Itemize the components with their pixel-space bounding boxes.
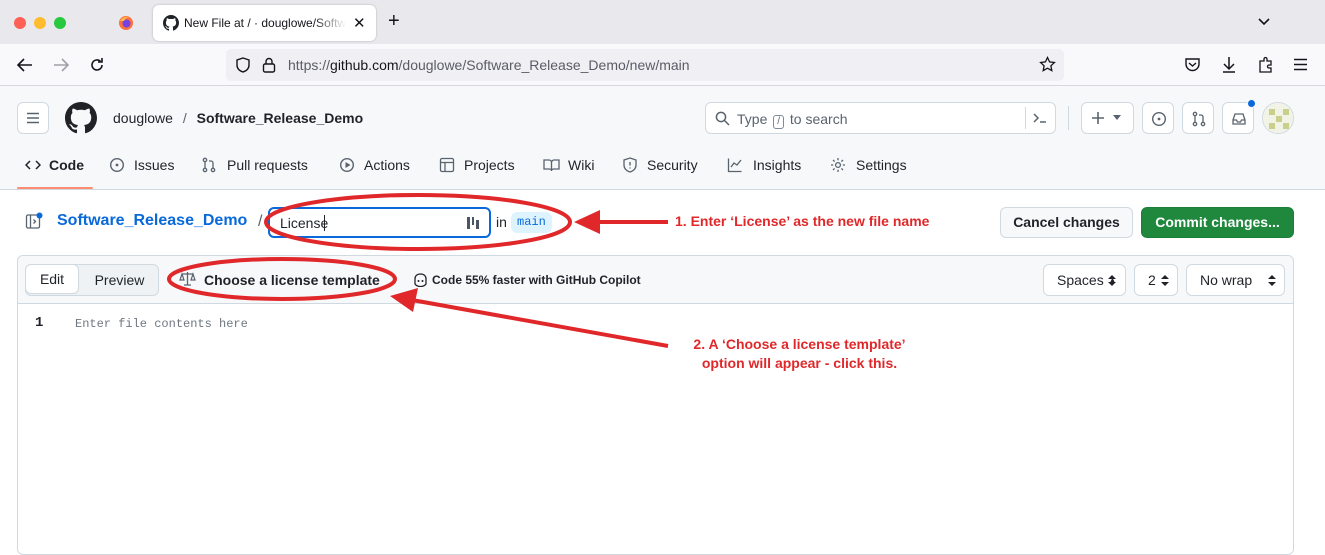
line-number: 1 [35,315,44,331]
header-divider [1068,106,1069,130]
maximize-window-button[interactable] [54,17,66,29]
step1-arrow-head [574,210,600,234]
inbox-icon [1232,113,1246,125]
breadcrumb: douglowe / Software_Release_Demo [113,110,363,126]
file-name-value: License [280,215,329,231]
editor-placeholder[interactable]: Enter file contents here [75,317,248,331]
issue-opened-icon [1151,111,1167,127]
menu-icon[interactable] [1293,58,1308,71]
avatar[interactable] [1262,102,1294,134]
url-text[interactable]: https://github.com/douglowe/Software_Rel… [288,57,690,73]
indent-mode-select[interactable]: Spaces ▲ [1043,264,1126,296]
step2-annotation-line2: option will appear - click this. [701,355,898,371]
indent-size-select[interactable]: 2 [1134,264,1178,296]
law-icon [179,271,196,287]
graph-icon [727,157,743,173]
github-favicon-icon [163,15,179,31]
path-separator: / [258,213,263,230]
new-tab-button[interactable]: + [388,10,400,33]
browser-tab[interactable]: New File at / · douglowe/Software_Releas… [153,5,376,41]
search-divider [1025,107,1026,129]
minimize-window-button[interactable] [34,17,46,29]
search-input[interactable]: Type / to search [705,102,1056,134]
in-label: in [496,214,507,230]
lock-icon[interactable] [262,57,276,73]
pull-requests-button[interactable] [1182,102,1214,134]
copilot-icon [413,273,428,287]
file-tree-toggle-icon[interactable] [25,212,43,230]
tab-edit[interactable]: Edit [25,264,79,294]
list-all-tabs-icon[interactable] [1257,14,1271,28]
search-icon [715,111,730,126]
tab-wiki[interactable]: Wiki [568,157,594,173]
tab-projects[interactable]: Projects [464,157,515,173]
command-palette-icon[interactable] [1032,111,1048,125]
reload-icon[interactable] [89,57,105,73]
tab-security[interactable]: Security [647,157,698,173]
issue-icon [109,157,125,173]
choose-license-template-button[interactable]: Choose a license template [204,272,380,288]
forward-icon[interactable] [52,57,70,73]
file-name-input[interactable]: License [268,207,491,238]
tab-code[interactable]: Code [49,157,84,173]
commit-changes-button[interactable]: Commit changes... [1141,207,1294,238]
tab-insights[interactable]: Insights [753,157,801,173]
active-tab-indicator [17,187,93,189]
gear-icon [830,157,846,173]
password-manager-icon[interactable] [466,215,480,231]
text-cursor [324,215,325,231]
branch-name-badge: main [511,212,552,233]
tab-pull-requests[interactable]: Pull requests [227,157,308,173]
play-icon [339,157,355,173]
url-bar[interactable]: https://github.com/douglowe/Software_Rel… [226,49,1064,81]
book-icon [543,157,560,173]
code-icon [25,157,41,173]
code-editor: Edit Preview Choose a license template C… [17,255,1294,555]
pocket-icon[interactable] [1184,57,1201,73]
table-icon [439,157,455,173]
pull-request-icon [201,157,217,173]
tracking-shield-icon[interactable] [235,57,251,73]
browser-nav-bar: https://github.com/douglowe/Software_Rel… [0,44,1325,86]
tab-title: New File at / · douglowe/Software_Releas… [184,16,346,30]
wrap-mode-select[interactable]: No wrap [1186,264,1285,296]
cancel-changes-button[interactable]: Cancel changes [1000,207,1133,238]
step1-annotation: 1. Enter ‘License’ as the new file name [675,213,930,229]
create-new-button[interactable] [1081,102,1134,134]
edit-preview-toggle: Edit Preview [25,264,159,296]
downloads-icon[interactable] [1221,56,1237,74]
firefox-icon[interactable] [118,15,134,31]
extensions-icon[interactable] [1257,56,1274,73]
copilot-promo-link[interactable]: Code 55% faster with GitHub Copilot [432,273,641,287]
breadcrumb-separator: / [182,110,187,126]
close-tab-icon[interactable]: ✕ [353,14,366,32]
step2-annotation-line1: 2. A ‘Choose a license template’ [693,336,906,352]
caret-down-icon [1113,115,1121,120]
tab-actions[interactable]: Actions [364,157,410,173]
repo-name-link[interactable]: Software_Release_Demo [197,110,364,126]
search-placeholder: Type / to search [737,111,848,129]
bookmark-star-icon[interactable] [1039,56,1056,73]
global-menu-button[interactable] [17,102,49,134]
shield-icon [622,157,638,173]
tab-preview[interactable]: Preview [80,265,159,295]
plus-icon [1092,112,1104,124]
pull-request-icon [1192,111,1206,127]
tab-settings[interactable]: Settings [856,157,907,173]
issues-button[interactable] [1142,102,1174,134]
owner-link[interactable]: douglowe [113,110,173,126]
inbox-button[interactable] [1222,99,1256,134]
github-header: douglowe / Software_Release_Demo Type / … [0,86,1325,190]
repo-root-link[interactable]: Software_Release_Demo [57,212,247,230]
back-icon[interactable] [16,57,34,73]
notification-dot [1247,99,1256,108]
close-window-button[interactable] [14,17,26,29]
editor-toolbar: Edit Preview Choose a license template C… [18,256,1293,304]
tab-issues[interactable]: Issues [134,157,174,173]
github-logo-icon[interactable] [65,102,97,134]
browser-tab-bar: New File at / · douglowe/Software_Releas… [0,0,1325,44]
